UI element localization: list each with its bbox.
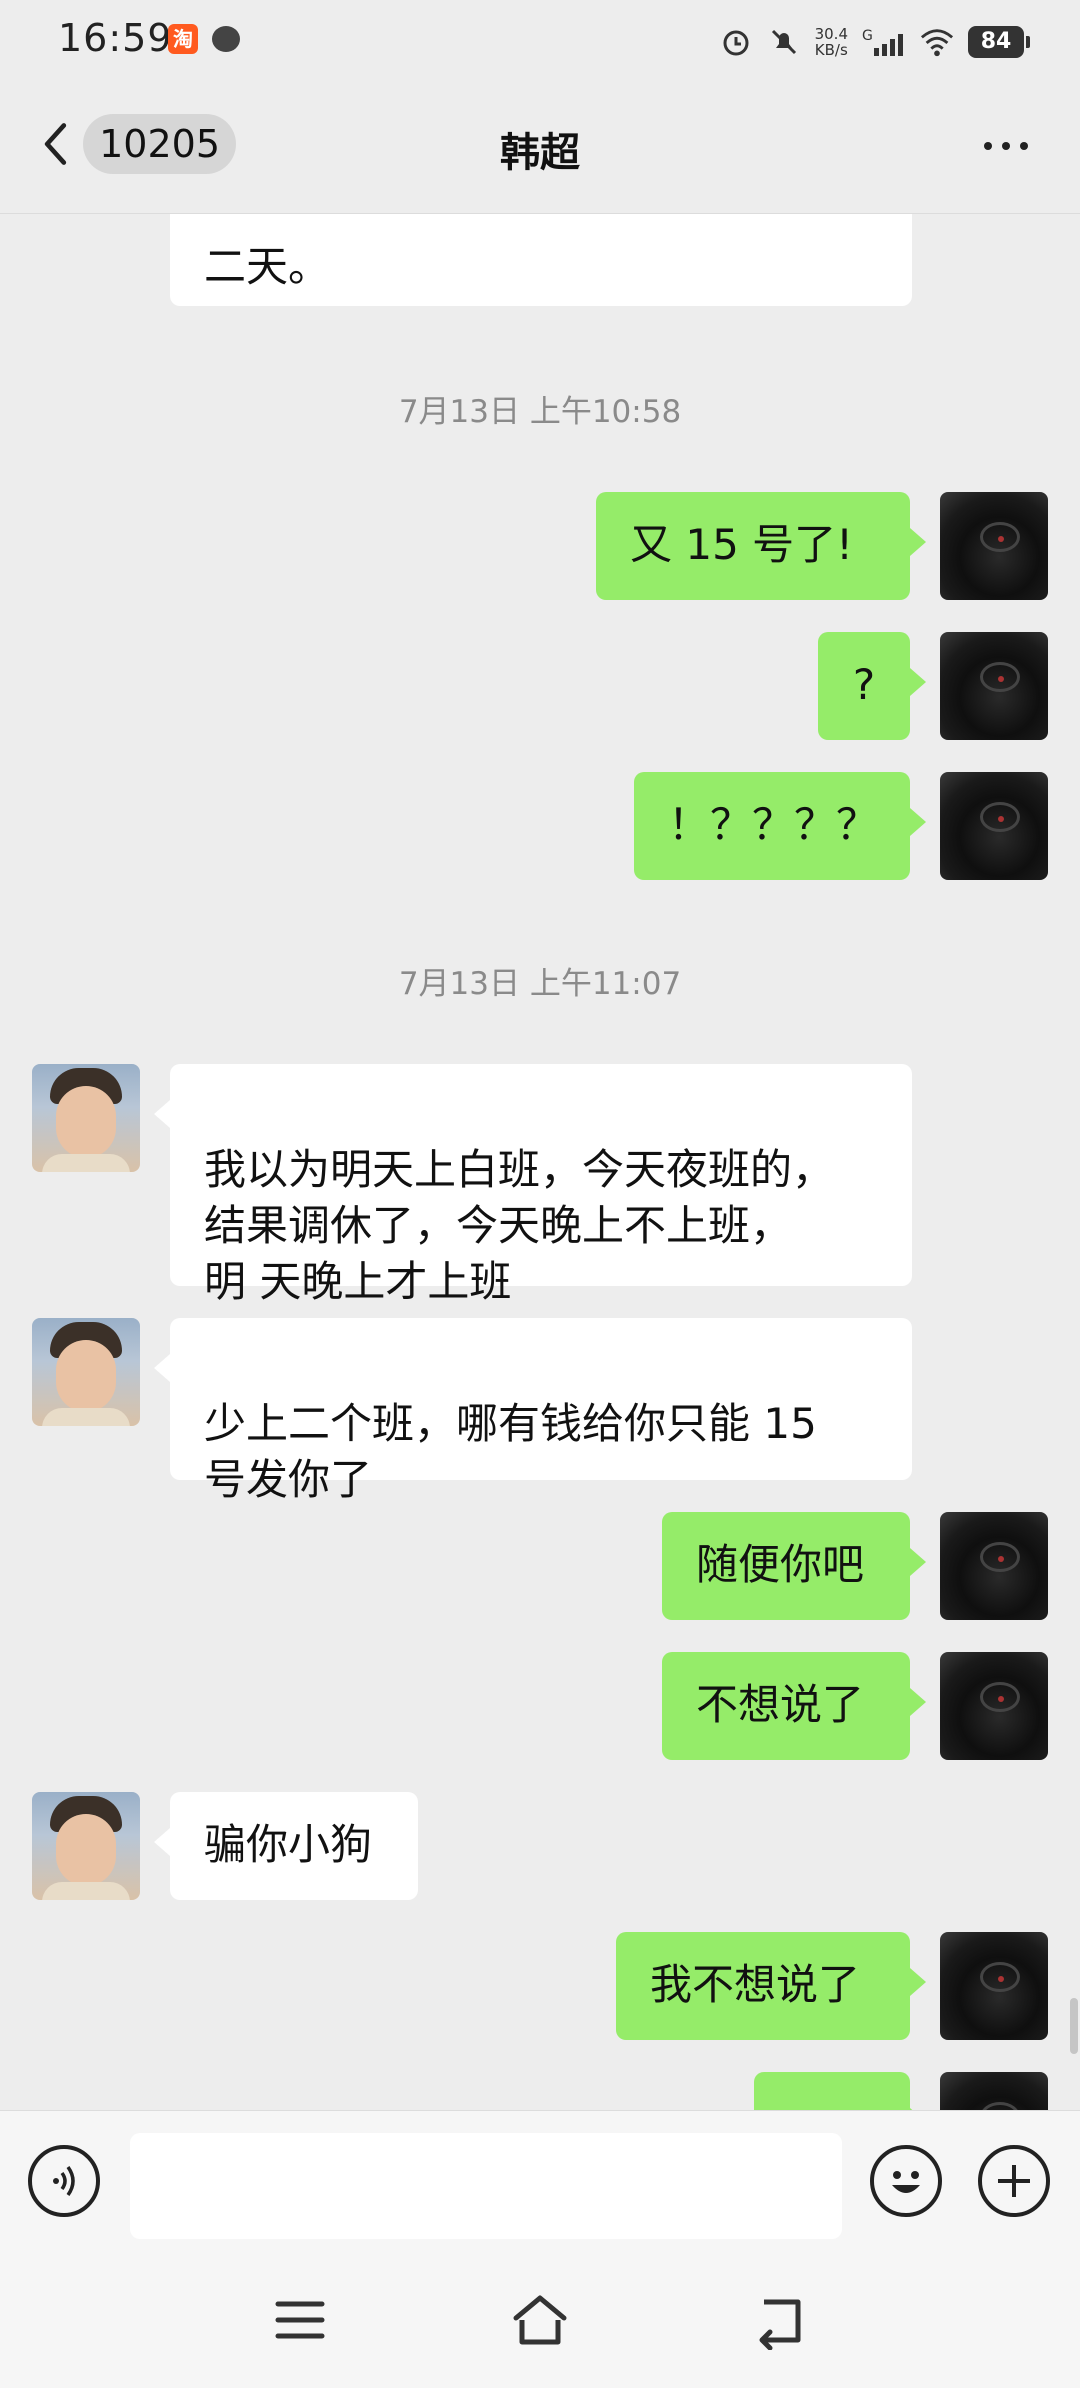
my-avatar[interactable]: [940, 772, 1048, 880]
chat-header: 10205 韩超: [0, 80, 1080, 214]
contact-avatar[interactable]: [32, 1318, 140, 1426]
network-speed-value: 30.4: [814, 25, 848, 43]
message-text: 我不想说了: [650, 1960, 861, 2009]
timestamp: 7月13日 上午11:07: [398, 966, 682, 1002]
emoji-icon[interactable]: [870, 2145, 942, 2217]
taobao-notification-icon: 淘: [168, 24, 198, 54]
my-avatar[interactable]: [940, 1932, 1048, 2040]
system-nav-bar: [0, 2250, 1080, 2388]
message-notification-icon: [212, 26, 240, 52]
message-bubble-outgoing[interactable]: 我不想说了: [616, 1932, 926, 2040]
message-bubble-outgoing[interactable]: ！？？？？: [634, 772, 926, 880]
chat-title: 韩超: [500, 130, 580, 176]
mute-icon: [767, 25, 801, 59]
message-text: 不想说了: [696, 1680, 865, 1729]
wifi-icon: [920, 25, 954, 59]
alarm-icon: [719, 25, 753, 59]
plus-icon[interactable]: [978, 2145, 1050, 2217]
message-bubble-incoming[interactable]: 二天。: [170, 214, 912, 306]
timestamp: 7月13日 上午10:58: [398, 394, 682, 430]
my-avatar[interactable]: [940, 2072, 1048, 2110]
message-text: 骗你小狗: [204, 1820, 373, 1869]
contact-avatar[interactable]: [32, 1792, 140, 1900]
signal-icon: G: [862, 25, 906, 59]
my-avatar[interactable]: [940, 1512, 1048, 1620]
message-text: 随便你吧: [696, 1540, 865, 1589]
message-bubble-outgoing[interactable]: 又 15 号了!: [596, 492, 926, 600]
back-nav-icon[interactable]: [750, 2290, 810, 2350]
svg-text:G: G: [862, 28, 873, 44]
home-icon[interactable]: [510, 2290, 570, 2350]
input-bar: [0, 2110, 1080, 2250]
network-speed-unit: KB/s: [814, 41, 848, 59]
message-list[interactable]: 二天。 7月13日 上午10:58 又 15 号了! ? ！？？？？ 7月13日…: [0, 214, 1080, 2110]
my-avatar[interactable]: [940, 492, 1048, 600]
status-icons: 30.4 KB/s G 84: [719, 20, 1030, 64]
message-text: 我以为明天上白班，今天夜班的， 结果调休了，今天晚上不上班， 明 天晚上才上班: [204, 1145, 835, 1306]
message-bubble-incoming[interactable]: 少上二个班，哪有钱给你只能 15 号发你了: [154, 1318, 912, 1504]
battery-indicator: 84: [968, 26, 1030, 58]
more-dots-icon[interactable]: [968, 124, 1044, 168]
contact-avatar[interactable]: [32, 1064, 140, 1172]
message-text: ！？？？？: [668, 800, 879, 849]
message-bubble-outgoing[interactable]: 随便你吧: [662, 1512, 926, 1620]
network-speed: 30.4 KB/s: [815, 26, 848, 58]
message-bubble-outgoing[interactable]: ?: [818, 632, 926, 740]
message-bubble-outgoing[interactable]: 不想说了: [662, 1652, 926, 1760]
message-text: 又 15 号了!: [630, 520, 853, 569]
message-text: 少上二个班，哪有钱给你只能 15 号发你了: [204, 1399, 817, 1504]
menu-icon[interactable]: [270, 2290, 330, 2350]
my-avatar[interactable]: [940, 1652, 1048, 1760]
my-avatar[interactable]: [940, 632, 1048, 740]
message-text: 二天。: [204, 242, 331, 291]
status-time: 16:59: [58, 16, 173, 60]
message-bubble-incoming[interactable]: 骗你小狗: [154, 1792, 418, 1900]
message-input[interactable]: [130, 2133, 842, 2239]
message-bubble-outgoing[interactable]: [754, 2072, 926, 2110]
status-bar: 16:59 淘 30.4 KB/s G 84: [0, 0, 1080, 80]
message-bubble-incoming[interactable]: 我以为明天上白班，今天夜班的， 结果调休了，今天晚上不上班， 明 天晚上才上班: [154, 1064, 912, 1306]
scrollbar[interactable]: [1070, 1998, 1078, 2054]
voice-icon[interactable]: [28, 2145, 100, 2217]
message-text: ?: [852, 660, 876, 709]
